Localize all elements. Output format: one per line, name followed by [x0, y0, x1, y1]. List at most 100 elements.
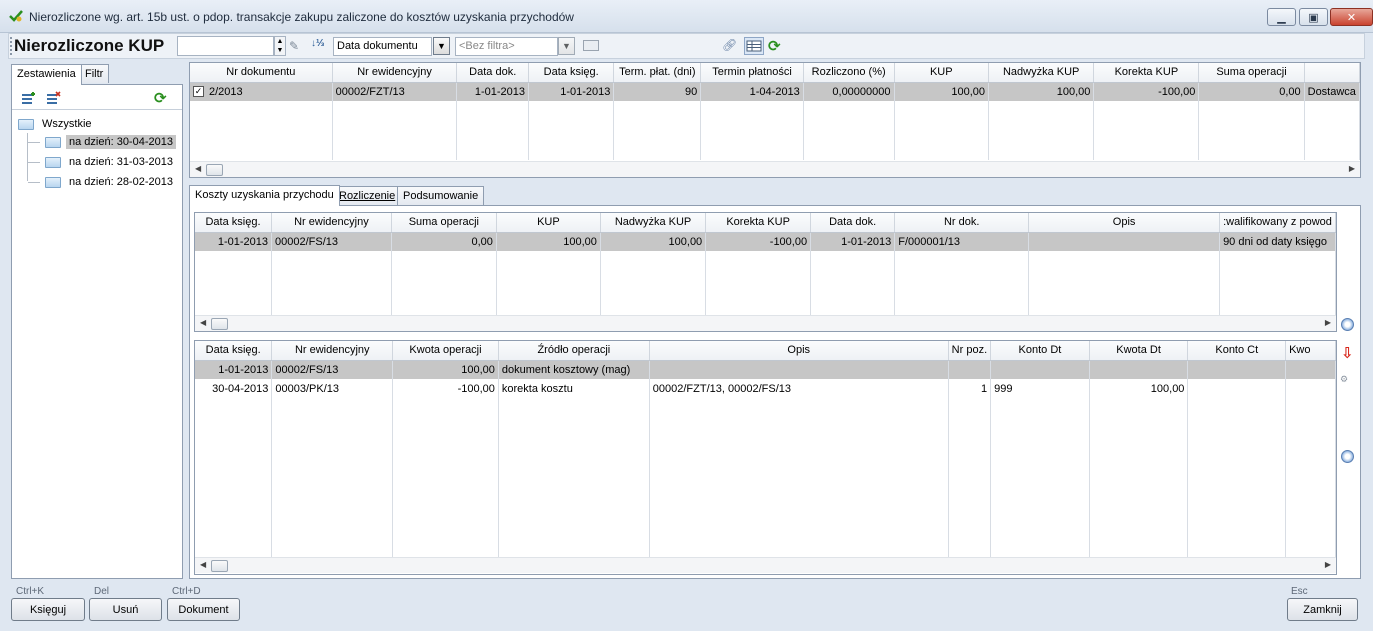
col-suma-operacji[interactable]: Suma operacji [1198, 63, 1305, 83]
usun-button[interactable]: Usuń [89, 598, 162, 621]
table-row[interactable]: ✓ 2/2013 00002/FZT/13 1-01-2013 1-01-2013… [190, 82, 1360, 101]
sort-icon[interactable]: ↓⅓ [311, 38, 324, 49]
tab-podsumowanie[interactable]: Podsumowanie [397, 186, 485, 205]
col-data-ksieg[interactable]: Data księg. [195, 341, 273, 361]
sort-combo[interactable]: Data dokumentu [333, 37, 432, 56]
col-nadwyzka-kup[interactable]: Nadwyżka KUP [600, 213, 707, 233]
filter-combo[interactable]: <Bez filtra> [455, 37, 558, 56]
filler-row [190, 101, 1360, 160]
col-kwota-dt[interactable]: Kwota Dt [1089, 341, 1189, 361]
tree-item-label: na dzień: 28-02-2013 [69, 176, 173, 188]
cell-nr-ewidencyjny: 00002/FS/13 [271, 232, 392, 251]
col-data-ksieg[interactable]: Data księg. [195, 213, 273, 233]
maximize-button[interactable]: ▣ [1299, 8, 1328, 26]
pencil-icon[interactable]: ✎ [289, 39, 299, 53]
scroll-thumb[interactable] [211, 318, 228, 330]
col-nr-poz[interactable]: Nr poz. [948, 341, 992, 361]
col-konto-ct[interactable]: Konto Ct [1187, 341, 1287, 361]
cell-data-dok: 1-01-2013 [810, 232, 896, 251]
tab-filtr[interactable]: Filtr [79, 64, 110, 83]
scroll-left-icon[interactable]: ◀ [195, 164, 201, 173]
ops-hscroll[interactable]: ◀ ▶ [195, 557, 1336, 573]
cell-konto-ct [1187, 360, 1287, 379]
col-nr-ewidencyjny[interactable]: Nr ewidencyjny [332, 63, 458, 83]
col-korekta-kup[interactable]: Korekta KUP [705, 213, 812, 233]
arrow-down-icon[interactable]: ⇩ [1341, 344, 1354, 362]
dokument-button[interactable]: Dokument [167, 598, 240, 621]
col-termin-platnosci[interactable]: Termin płatności [700, 63, 804, 83]
tab-koszty[interactable]: Koszty uzyskania przychodu [189, 185, 340, 206]
scroll-right-icon[interactable]: ▶ [1325, 318, 1331, 327]
col-term-plat[interactable]: Term. płat. (dni) [613, 63, 702, 83]
tab-zestawienia[interactable]: Zestawienia [11, 64, 82, 85]
col-suma-operacji[interactable]: Suma operacji [391, 213, 497, 233]
tree-item-30-04[interactable]: na dzień: 30-04-2013 [28, 133, 179, 151]
search-spin-button[interactable]: ▲ ▼ [274, 36, 286, 56]
remove-list-icon[interactable] [45, 91, 61, 105]
tree-item-28-02[interactable]: na dzień: 28-02-2013 [28, 173, 179, 191]
cell-data-ksieg: 1-01-2013 [195, 232, 273, 251]
col-nr-dokumentu[interactable]: Nr dokumentu [190, 63, 333, 83]
cell-nadwyzka-kup: 100,00 [988, 82, 1095, 101]
link-icon[interactable]: 🔗︎ [722, 38, 737, 52]
refresh-icon[interactable]: ⟳ [154, 89, 167, 107]
tree-item-31-03[interactable]: na dzień: 31-03-2013 [28, 153, 179, 171]
scroll-left-icon[interactable]: ◀ [200, 318, 206, 327]
cell-data-dok: 1-01-2013 [456, 82, 530, 101]
col-nr-ewidencyjny[interactable]: Nr ewidencyjny [271, 213, 392, 233]
col-kwota-ct[interactable]: Kwo [1285, 341, 1336, 361]
cell-opis [649, 360, 949, 379]
col-kup[interactable]: KUP [496, 213, 601, 233]
col-extra[interactable] [1304, 63, 1360, 83]
col-data-dok[interactable]: Data dok. [810, 213, 896, 233]
col-nr-dok[interactable]: Nr dok. [894, 213, 1030, 233]
col-konto-dt[interactable]: Konto Dt [990, 341, 1090, 361]
small-gear-icon[interactable]: ⚙︎ [1340, 374, 1348, 385]
table-row[interactable]: 30-04-2013 00003/PK/13 -100,00 korekta k… [195, 379, 1336, 398]
tree-root[interactable]: Wszystkie [18, 115, 179, 133]
col-data-ksieg[interactable]: Data księg. [528, 63, 615, 83]
scroll-right-icon[interactable]: ▶ [1349, 164, 1355, 173]
col-nadwyzka-kup[interactable]: Nadwyżka KUP [988, 63, 1095, 83]
zamknij-button[interactable]: Zamknij [1287, 598, 1358, 621]
scroll-left-icon[interactable]: ◀ [200, 560, 206, 569]
tab-rozliczenie[interactable]: Rozliczenie [333, 186, 402, 205]
col-kwota-operacji[interactable]: Kwota operacji [392, 341, 499, 361]
table-row[interactable]: 1-01-2013 00002/FS/13 100,00 dokument ko… [195, 360, 1336, 379]
preview-icon[interactable] [1341, 318, 1354, 331]
col-kup[interactable]: KUP [894, 63, 990, 83]
cell-nr-ewidencyjny: 00002/FZT/13 [332, 82, 458, 101]
cell-kwota-operacji: 100,00 [392, 360, 499, 379]
kup-hscroll[interactable]: ◀ ▶ [195, 315, 1336, 331]
left-panel: ⟳ Wszystkie na dzień: 30-04-2013 na dzie… [11, 84, 183, 579]
cell-data-ksieg: 1-01-2013 [195, 360, 273, 379]
search-input[interactable] [177, 36, 274, 56]
col-nr-ewidencyjny[interactable]: Nr ewidencyjny [271, 341, 394, 361]
documents-hscroll[interactable]: ◀ ▶ [190, 161, 1360, 177]
shortcut-zamknij: Esc [1291, 586, 1308, 597]
scroll-right-icon[interactable]: ▶ [1325, 560, 1331, 569]
col-zrodlo-operacji[interactable]: Źródło operacji [498, 341, 650, 361]
col-korekta-kup[interactable]: Korekta KUP [1093, 63, 1200, 83]
col-rozliczono[interactable]: Rozliczono (%) [803, 63, 895, 83]
scroll-thumb[interactable] [206, 164, 223, 176]
preview-icon[interactable] [1341, 450, 1354, 463]
folder-icon[interactable] [583, 40, 599, 51]
divider [12, 109, 182, 110]
refresh-icon[interactable]: ⟳ [768, 37, 781, 55]
sort-combo-dropdown[interactable]: ▼ [433, 37, 450, 55]
col-kwalifikowany[interactable]: :walifikowany z powod [1219, 213, 1336, 233]
cell-text: 2/2013 [209, 85, 243, 98]
scroll-thumb[interactable] [211, 560, 228, 572]
ksieguj-button[interactable]: Księguj [11, 598, 85, 621]
table-row[interactable]: 1-01-2013 00002/FS/13 0,00 100,00 100,00… [195, 232, 1336, 251]
filter-combo-dropdown[interactable]: ▼ [558, 37, 575, 55]
col-opis[interactable]: Opis [1028, 213, 1221, 233]
add-list-icon[interactable] [20, 91, 36, 105]
minimize-button[interactable]: ▁ [1267, 8, 1296, 26]
col-opis[interactable]: Opis [649, 341, 949, 361]
close-window-button[interactable]: ✕ [1330, 8, 1373, 26]
grid-view-button[interactable] [744, 37, 764, 55]
col-data-dok[interactable]: Data dok. [456, 63, 530, 83]
row-checkbox[interactable]: ✓ [193, 86, 204, 98]
